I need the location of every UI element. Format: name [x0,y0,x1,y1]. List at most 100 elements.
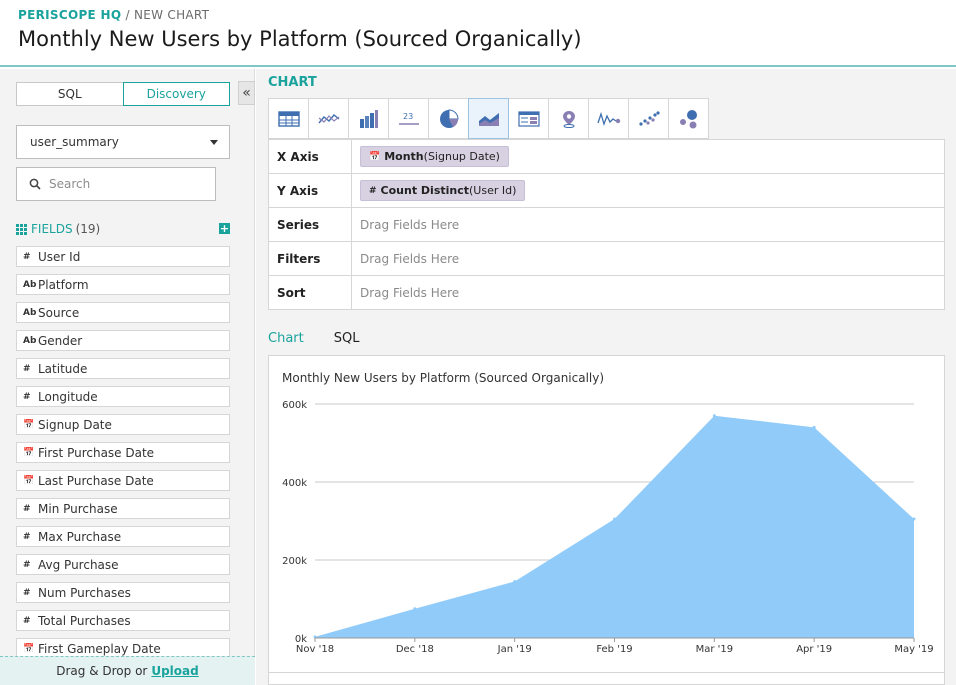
chart-type-pie[interactable] [428,98,469,139]
chart-section-title: CHART [268,75,317,90]
number-icon: 23 [398,112,419,125]
search-input[interactable] [49,177,199,191]
add-field-button[interactable]: + [219,223,230,234]
field-item[interactable]: # Avg Purchase [16,554,230,575]
chart-type-line[interactable] [308,98,349,139]
discovery-mode-button[interactable]: Discovery [122,82,230,106]
line-icon [317,113,339,123]
field-name: Last Purchase Date [38,473,154,488]
chart-type-toolbar: 23 [268,98,709,139]
field-item[interactable]: 📅 First Gameplay Date [16,638,230,656]
y-axis-dropzone[interactable]: # Count Distinct (User Id) [352,174,944,207]
chart-type-pivot[interactable] [508,98,549,139]
field-item[interactable]: Ab Platform [16,274,230,295]
upload-link[interactable]: Upload [151,664,198,678]
field-type-icon: # [23,363,31,374]
chevron-down-icon [210,140,218,145]
field-item[interactable]: Ab Gender [16,330,230,351]
tab-chart[interactable]: Chart [268,331,304,346]
field-item[interactable]: 📅 Signup Date [16,414,230,435]
x-tick-label: Apr '19 [796,644,832,655]
series-dropzone[interactable]: Drag Fields Here [352,208,944,241]
sidebar: SQL Discovery « user_summary FIELDS (19)… [0,69,255,685]
field-type-icon: # [23,251,31,262]
collapse-sidebar-button[interactable]: « [238,81,255,105]
field-item[interactable]: # User Id [16,246,230,267]
field-item[interactable]: 📅 First Purchase Date [16,442,230,463]
chart-type-bubble[interactable] [668,98,709,139]
field-item[interactable]: # Min Purchase [16,498,230,519]
y-axis-field-pill[interactable]: # Count Distinct (User Id) [360,180,526,201]
page-header: PERISCOPE HQ / NEW CHART Monthly New Use… [0,0,956,67]
field-item[interactable]: # Total Purchases [16,610,230,631]
field-type-icon: 📅 [23,643,35,654]
x-axis-label: X Axis [269,140,352,173]
field-type-icon: Ab [23,307,37,318]
filters-dropzone[interactable]: Drag Fields Here [352,242,944,275]
x-tick-label: Mar '19 [696,644,734,655]
breadcrumb-org-link[interactable]: PERISCOPE HQ [18,8,121,22]
upload-drop-zone[interactable]: Drag & Drop or Upload [0,656,255,685]
y-tick-label: 400k [282,478,307,489]
table-select-value: user_summary [30,135,119,149]
chart-type-area[interactable] [468,98,509,139]
field-search [16,167,216,201]
x-axis-dropzone[interactable]: 📅 Month (Signup Date) [352,140,944,173]
area-chart: Monthly New Users by Platform (Sourced O… [282,371,934,655]
search-icon [29,178,41,190]
field-name: Longitude [38,389,98,404]
x-axis-field-pill[interactable]: 📅 Month (Signup Date) [360,146,509,167]
filters-label: Filters [269,242,352,275]
field-type-icon: Ab [23,335,37,346]
field-name: Source [38,305,80,320]
view-tabs: Chart SQL [268,331,389,346]
breadcrumb-separator: / [121,8,134,22]
main-panel: CHART 23 X Axis 📅 Month (Signup Date) Y … [256,69,956,685]
chart-type-number[interactable]: 23 [388,98,429,139]
field-name: Num Purchases [38,585,131,600]
pivot-icon [517,110,540,127]
map-icon [562,110,575,128]
field-item[interactable]: # Latitude [16,358,230,379]
field-type-icon: # [23,503,31,514]
fields-label: FIELDS [31,222,73,236]
table-select[interactable]: user_summary [16,125,230,159]
fields-count: (19) [75,222,101,236]
y-axis-function: Count Distinct [380,184,470,197]
filters-row: Filters Drag Fields Here [269,242,944,276]
page-title[interactable]: Monthly New Users by Platform (Sourced O… [18,27,582,51]
chart-type-bar[interactable] [348,98,389,139]
sort-dropzone[interactable]: Drag Fields Here [352,276,944,310]
y-axis-label: Y Axis [269,174,352,207]
scatter-icon [638,110,660,126]
field-item[interactable]: Ab Source [16,302,230,323]
area-icon [478,112,499,126]
data-point [413,607,417,611]
field-name: Latitude [38,361,88,376]
chart-type-table[interactable] [268,98,309,139]
field-list: # User Id Ab Platform Ab Source Ab Gender # Latit… [16,246,230,656]
y-axis-row: Y Axis # Count Distinct (User Id) [269,174,944,208]
chart-type-sparkline[interactable] [588,98,629,139]
field-item[interactable]: # Num Purchases [16,582,230,603]
sql-mode-button[interactable]: SQL [16,82,124,106]
tab-sql[interactable]: SQL [334,331,360,346]
field-type-icon: 📅 [23,475,35,486]
x-tick-label: Dec '18 [396,644,434,655]
field-type-icon: Ab [23,279,37,290]
mode-toggle: SQL Discovery [16,82,230,106]
chart-type-map[interactable] [548,98,589,139]
chart-config-panel: X Axis 📅 Month (Signup Date) Y Axis # Co… [268,139,945,310]
chart-panel-footer [268,673,945,685]
series-row: Series Drag Fields Here [269,208,944,242]
y-axis-field: (User Id) [469,184,517,197]
chart-type-scatter[interactable] [628,98,669,139]
field-item[interactable]: # Longitude [16,386,230,407]
field-item[interactable]: # Max Purchase [16,526,230,547]
field-item[interactable]: 📅 Last Purchase Date [16,470,230,491]
x-axis-function: Month [384,150,424,163]
x-tick-label: May '19 [894,644,933,655]
series-label: Series [269,208,352,241]
sort-label: Sort [269,276,352,310]
sparkline-icon [596,111,620,126]
